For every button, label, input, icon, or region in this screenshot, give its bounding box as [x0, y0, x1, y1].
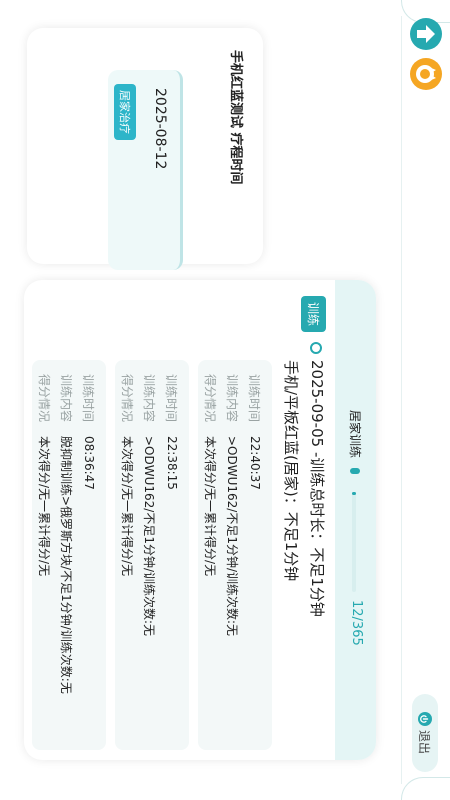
- exit-icon: [418, 711, 432, 726]
- record-content-row: 训练内容 脱抑制训练>俄罗斯方块/不足1分钟/训练次数:无: [58, 374, 76, 694]
- score-label: 得分情况: [120, 374, 135, 423]
- exit-button[interactable]: 退出: [412, 694, 438, 772]
- time-label: 训练时间: [164, 374, 179, 423]
- time-label: 训练时间: [247, 374, 262, 423]
- record-score-row: 得分情况 本次得分/无一累计得分/无: [36, 374, 54, 576]
- training-header: 居家训练 12/365: [335, 280, 376, 760]
- training-card: 居家训练 12/365 训练 2025-09-05 -训练总时长：不足1分钟 手…: [24, 280, 376, 760]
- treatment-tag: 居家治疗: [114, 84, 136, 140]
- record-time-row: 训练时间 22:38:15: [163, 374, 181, 490]
- content-value: >ODWU162/不足1分钟/训练次数:无: [225, 436, 240, 637]
- schedule-date: 2025-08-12: [152, 88, 168, 170]
- face-icon: [416, 65, 436, 83]
- time-value: 22:38:15: [165, 436, 179, 490]
- record-score-row: 得分情况 本次得分/无一累计得分/无: [119, 374, 137, 576]
- schedule-entry[interactable]: 2025-08-12 居家治疗: [108, 70, 183, 270]
- time-value: 22:40:37: [248, 436, 262, 490]
- training-progress: 12/365: [349, 600, 364, 646]
- record-time-row: 训练时间 22:40:37: [246, 374, 264, 490]
- record-score-row: 得分情况 本次得分/无一累计得分/无: [202, 374, 220, 576]
- score-label: 得分情况: [37, 374, 52, 423]
- score-label: 得分情况: [203, 374, 218, 423]
- content-label: 训练内容: [225, 374, 240, 423]
- training-tag: 训练: [301, 296, 326, 333]
- training-header-title: 居家训练: [348, 410, 362, 459]
- schedule-title: 手机红蓝测试 疗程时间: [228, 50, 243, 185]
- up-arrow-icon: [417, 25, 435, 43]
- content-value: >ODWU162/不足1分钟/训练次数:无: [142, 436, 157, 637]
- training-record: 训练时间 08:36:47 训练内容 脱抑制训练>俄罗斯方块/不足1分钟/训练次…: [32, 360, 106, 750]
- training-record: 训练时间 22:40:37 训练内容 >ODWU162/不足1分钟/训练次数:无…: [198, 360, 272, 750]
- content-label: 训练内容: [59, 374, 74, 423]
- content-value: 脱抑制训练>俄罗斯方块/不足1分钟/训练次数:无: [59, 436, 74, 694]
- progress-bar: [352, 492, 356, 592]
- progress-fill: [352, 492, 356, 496]
- frame-corner: [401, 777, 450, 800]
- record-headline: 2025-09-05 -训练总时长：不足1分钟: [308, 360, 326, 617]
- record-content-row: 训练内容 >ODWU162/不足1分钟/训练次数:无: [141, 374, 159, 636]
- score-value: 本次得分/无一累计得分/无: [37, 436, 52, 577]
- progress-indicator-dot: [350, 468, 360, 474]
- content-label: 训练内容: [142, 374, 157, 423]
- timeline-dot-icon: [310, 342, 322, 354]
- profile-button[interactable]: [410, 58, 442, 90]
- training-record: 训练时间 22:38:15 训练内容 >ODWU162/不足1分钟/训练次数:无…: [115, 360, 189, 750]
- time-label: 训练时间: [81, 374, 96, 423]
- landscape-stage: 退出 手机红蓝测试 疗程时间 2025-08-12 居家治疗 居家训练 12/3…: [0, 0, 450, 800]
- exit-label: 退出: [417, 729, 432, 754]
- record-subtitle: 手机/平板红蓝(居家)：不足1分钟: [282, 360, 300, 582]
- time-value: 08:36:47: [82, 436, 96, 490]
- score-value: 本次得分/无一累计得分/无: [203, 436, 218, 577]
- up-button[interactable]: [410, 18, 442, 50]
- record-time-row: 训练时间 08:36:47: [80, 374, 98, 490]
- schedule-card: 手机红蓝测试 疗程时间 2025-08-12 居家治疗: [27, 28, 263, 270]
- frame-divider: [401, 16, 402, 784]
- record-content-row: 训练内容 >ODWU162/不足1分钟/训练次数:无: [224, 374, 242, 636]
- score-value: 本次得分/无一累计得分/无: [120, 436, 135, 577]
